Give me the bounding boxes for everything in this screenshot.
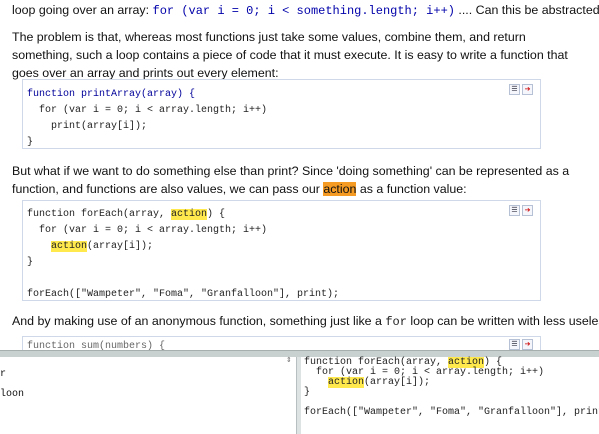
para2-after: as a function value: <box>356 182 467 196</box>
run-code-icon[interactable]: ➔ <box>522 84 533 95</box>
code-line: function forEach(array, action) { <box>27 209 226 220</box>
code-tools: ☰ ➔ <box>509 84 533 95</box>
intro-suffix: .... Can this be abstracted? <box>454 3 599 17</box>
code-line: function printArray(array) { <box>27 89 196 100</box>
console-output-pane[interactable]: ⇕ r loon <box>0 357 297 434</box>
paragraph-pass-function: But what if we want to do something else… <box>12 162 572 198</box>
code-line: } <box>304 387 311 398</box>
editor-code[interactable]: function forEach(array, action) { for (v… <box>301 357 599 418</box>
highlighted-word: action <box>171 209 208 220</box>
scroll-arrow-icon[interactable]: ⇕ <box>286 357 292 364</box>
load-into-console-icon[interactable]: ☰ <box>509 339 520 350</box>
intro-prefix: loop going over an array: <box>12 3 153 17</box>
console-code-editor[interactable]: function forEach(array, action) { for (v… <box>301 357 599 434</box>
code-line: } <box>27 257 34 268</box>
code-line: forEach(["Wampeter", "Foma", "Granfalloo… <box>27 289 340 300</box>
code-block: function sum(numbers) { <box>23 337 540 350</box>
para2-before: But what if we want to do something else… <box>12 164 570 196</box>
code-line: } <box>27 137 34 148</box>
para3-after: loop can be written with less useless de… <box>410 314 599 328</box>
console-resize-handle[interactable] <box>0 350 599 357</box>
code-tools: ☰ ➔ <box>509 205 533 216</box>
code-line: for (var i = 0; i < array.length; i++) <box>27 225 268 236</box>
load-into-console-icon[interactable]: ☰ <box>509 84 520 95</box>
code-example-sum: ☰ ➔ function sum(numbers) { <box>22 336 541 350</box>
code-line: action(array[i]); <box>51 241 154 252</box>
code-example-print-array: ☰ ➔ function printArray(array) { for (va… <box>22 79 541 149</box>
paragraph-problem: The problem is that, whereas most functi… <box>12 30 568 80</box>
code-block: function printArray(array) { for (var i … <box>23 80 540 151</box>
code-line: function sum(numbers) { <box>27 341 166 350</box>
run-code-icon[interactable]: ➔ <box>522 205 533 216</box>
run-code-icon[interactable]: ➔ <box>522 339 533 350</box>
load-into-console-icon[interactable]: ☰ <box>509 205 520 216</box>
console-output-line: r <box>0 369 7 380</box>
para3-inline-code: for <box>385 315 407 329</box>
code-line: forEach(["Wampeter", "Foma", "Granfalloo… <box>304 407 599 418</box>
search-highlight: action <box>323 182 357 196</box>
code-line: action(array[i]); <box>328 377 431 388</box>
highlighted-word: action <box>328 377 365 388</box>
console-output-line: loon <box>0 389 25 400</box>
para3-before: And by making use of an anonymous functi… <box>12 314 386 328</box>
code-tools: ☰ ➔ <box>509 339 533 350</box>
code-example-for-each: ☰ ➔ function forEach(array, action) { fo… <box>22 200 541 301</box>
intro-inline-code: for (var i = 0; i < something.length; i+… <box>152 4 455 18</box>
code-line: for (var i = 0; i < array.length; i++) <box>27 105 268 116</box>
highlighted-word: action <box>51 241 88 252</box>
code-block: function forEach(array, action) { for (v… <box>23 201 540 303</box>
paragraph-anonymous-function: And by making use of an anonymous functi… <box>12 312 599 331</box>
intro-paragraph: loop going over an array: for (var i = 0… <box>12 1 599 20</box>
code-line: print(array[i]); <box>27 121 148 132</box>
tutorial-page: loop going over an array: for (var i = 0… <box>0 0 599 434</box>
